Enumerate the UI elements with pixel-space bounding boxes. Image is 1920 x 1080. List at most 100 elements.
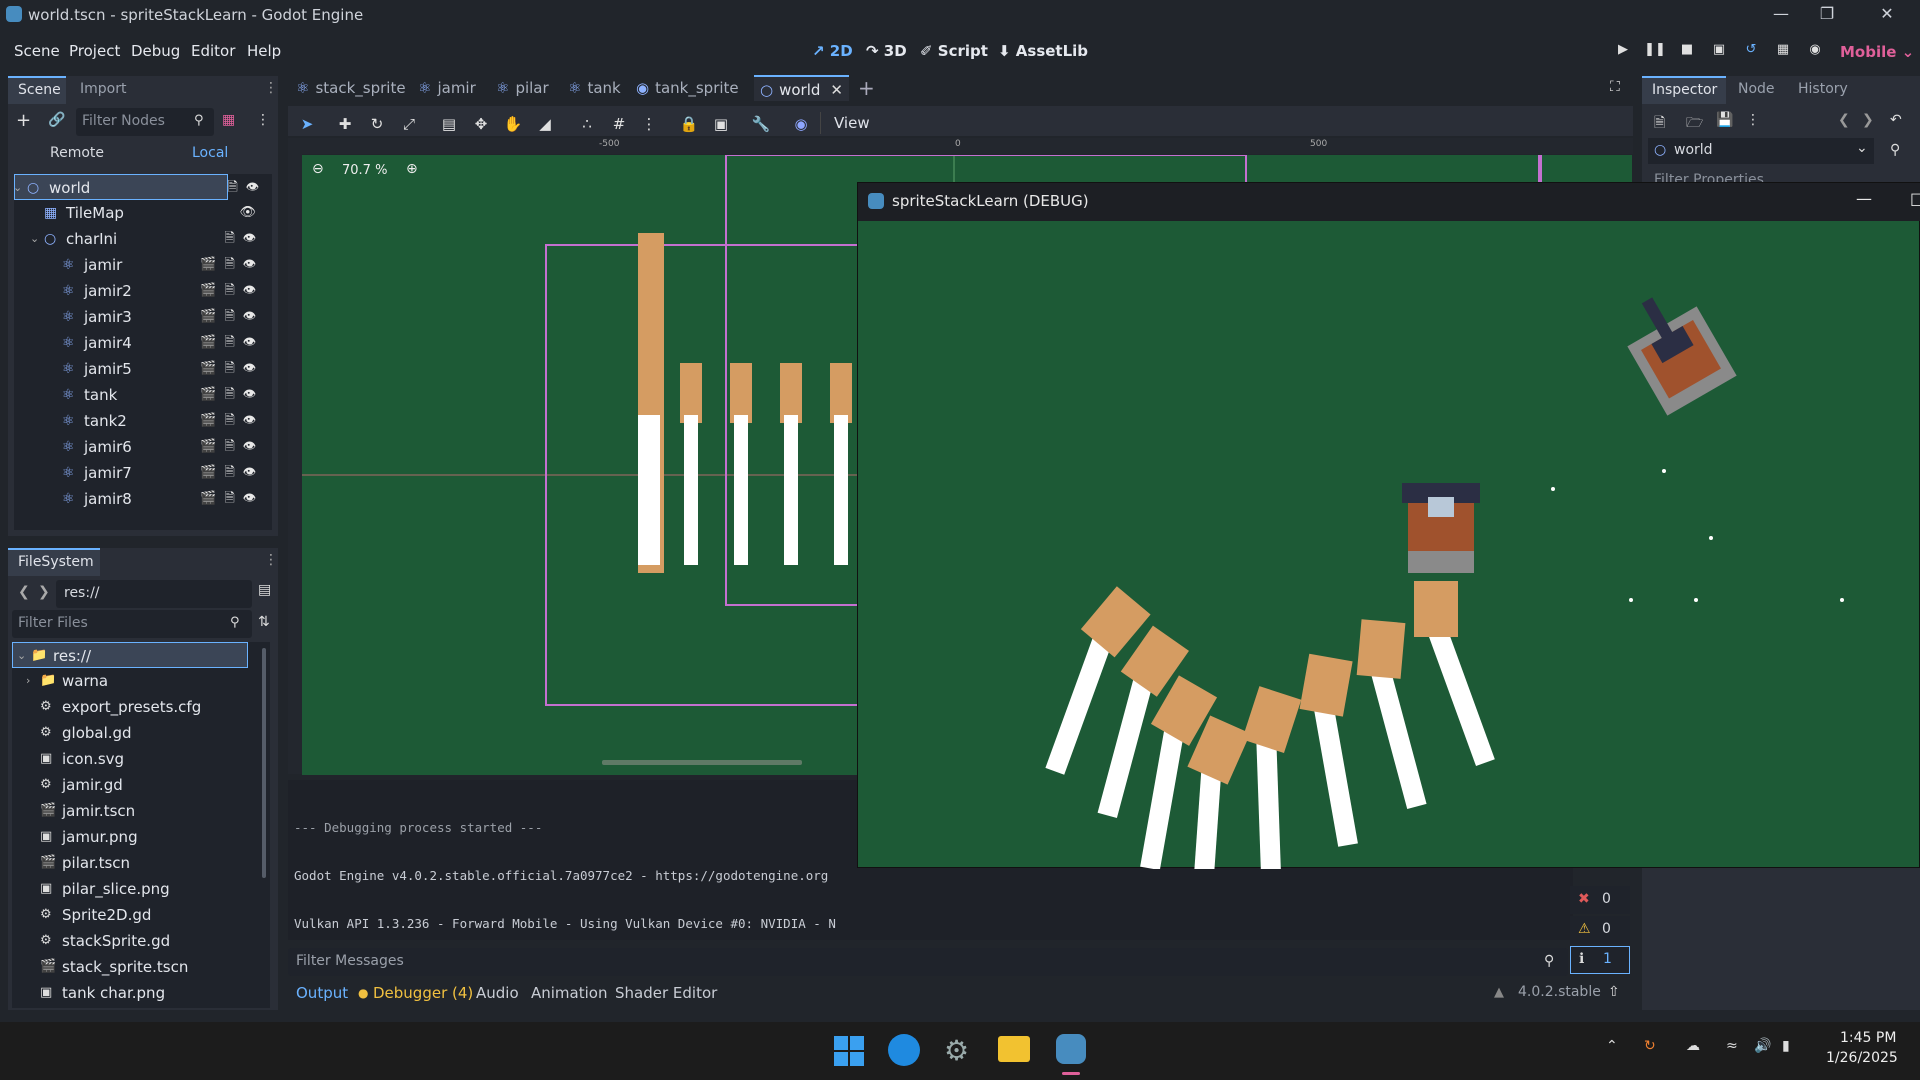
file-item[interactable]: ⚙ global.gd <box>12 720 258 746</box>
tab-import[interactable]: Import <box>80 81 126 97</box>
file-item[interactable]: ▣ tank char.png <box>12 980 258 1006</box>
file-item[interactable]: ⚙ jamir.gd <box>12 772 258 798</box>
godot-taskbar-icon[interactable] <box>1056 1034 1086 1064</box>
stop-icon[interactable]: ■ <box>1674 42 1700 64</box>
movie-icon[interactable]: ▦ <box>1770 42 1796 64</box>
maximize-button[interactable]: □ <box>1910 189 1920 208</box>
tab-audio[interactable]: Audio <box>476 984 519 1002</box>
select-tool-icon[interactable]: ➤ <box>294 112 320 136</box>
remote-toggle[interactable]: Remote <box>50 145 104 161</box>
object-selector[interactable]: ○ world ⌄ <box>1648 138 1874 164</box>
grid-snap-icon[interactable]: # <box>606 112 632 136</box>
scene-node-jamir5[interactable]: ⚛ jamir5 🎬🗎👁 <box>14 356 272 382</box>
reload-icon[interactable]: ↺ <box>1738 42 1764 64</box>
scene-node-world[interactable]: ⌄ ○ world 🗎👁 <box>13 174 259 201</box>
tab-filesystem[interactable]: FileSystem <box>8 548 100 576</box>
node-visibility-icons[interactable]: 🎬🗎👁 <box>200 486 264 512</box>
restore-button[interactable]: ❐ <box>1804 0 1850 30</box>
warnings-filter-button[interactable]: ⚠ 0 <box>1570 916 1630 944</box>
skeleton-icon[interactable]: 🔧 <box>748 112 774 136</box>
editor-tab-world[interactable]: ○ world ✕ <box>754 75 849 101</box>
zoom-out-icon[interactable]: ⊖ <box>312 161 324 177</box>
ruler-tool-icon[interactable]: ◢ <box>532 112 558 136</box>
editor-tab-tank[interactable]: ⚛ tank <box>568 75 621 101</box>
group-icon[interactable]: ▣ <box>708 112 734 136</box>
volume-icon[interactable]: 🔊 <box>1754 1038 1771 1054</box>
scene-node-jamir4[interactable]: ⚛ jamir4 🎬🗎👁 <box>14 330 272 356</box>
remote-debug-icon[interactable]: ▣ <box>1706 42 1732 64</box>
node-visibility-icons[interactable]: 🎬🗎👁 <box>200 382 264 408</box>
tab-animation[interactable]: Animation <box>531 984 607 1002</box>
distraction-free-icon[interactable]: ⛶ <box>1610 79 1620 95</box>
tab-node[interactable]: Node <box>1738 81 1775 97</box>
file-item[interactable]: 🎬 stack_sprite.tscn <box>12 954 258 980</box>
menu-debug[interactable]: Debug <box>131 42 180 60</box>
zoom-level[interactable]: 70.7 % <box>342 163 387 178</box>
rotate-tool-icon[interactable]: ↻ <box>364 112 390 136</box>
expand-arrow-icon[interactable]: ⌄ <box>30 226 39 252</box>
scene-node-jamir8[interactable]: ⚛ jamir8 🎬🗎👁 <box>14 486 272 512</box>
scale-tool-icon[interactable]: ⤢ <box>396 112 422 136</box>
file-item[interactable]: ⌄ 📁 res:// <box>12 642 248 668</box>
scene-node-charini[interactable]: ⌄ ○ charIni 🗎👁 <box>14 226 272 252</box>
node-visibility-icons[interactable]: 🎬🗎👁 <box>200 356 264 382</box>
back-icon[interactable]: ❮ <box>18 584 30 600</box>
pause-icon[interactable]: ❚❚ <box>1642 42 1668 64</box>
path-field[interactable]: res:// <box>56 580 252 608</box>
tab-output[interactable]: Output <box>296 984 348 1002</box>
file-item[interactable]: ⚙ Sprite2D.gd <box>12 902 258 928</box>
file-explorer-icon[interactable] <box>998 1036 1030 1062</box>
file-item[interactable]: 🎬 jamir.tscn <box>12 798 258 824</box>
scene-node-tilemap[interactable]: ▦ TileMap 👁 <box>14 200 272 226</box>
camera-override-icon[interactable]: ◉ <box>788 112 814 136</box>
menu-scene[interactable]: Scene <box>14 42 60 60</box>
save-icon[interactable]: 💾 <box>1716 112 1733 128</box>
history-icon[interactable]: ↶ <box>1890 112 1902 128</box>
wifi-icon[interactable]: ≈ <box>1726 1038 1738 1054</box>
link-icon[interactable]: 🔗 <box>48 112 65 128</box>
pivot-icon[interactable]: ✥ <box>468 112 494 136</box>
add-tab-icon[interactable]: + <box>858 76 875 100</box>
editor-tab-jamir[interactable]: ⚛ jamir <box>418 75 476 101</box>
object-help-icon[interactable]: ⚲ <box>1890 142 1900 158</box>
run-scene-icon[interactable]: ◉ <box>1802 42 1828 64</box>
expand-arrow-icon[interactable]: ⌄ <box>17 643 26 669</box>
editor-tab-stack-sprite[interactable]: ⚛ stack_sprite <box>296 75 406 101</box>
close-tab-icon[interactable]: ✕ <box>830 81 843 99</box>
add-node-icon[interactable]: + <box>16 110 31 131</box>
workspace-3d[interactable]: ↷ 3D <box>866 42 907 60</box>
node-visibility-icons[interactable]: 👁 <box>239 200 264 226</box>
scene-node-jamir6[interactable]: ⚛ jamir6 🎬🗎👁 <box>14 434 272 460</box>
file-item[interactable]: ▣ icon.svg <box>12 746 258 772</box>
zoom-in-icon[interactable]: ⊕ <box>406 161 418 177</box>
scene-node-jamir7[interactable]: ⚛ jamir7 🎬🗎👁 <box>14 460 272 486</box>
snap-options-icon[interactable]: ⋮ <box>636 112 662 136</box>
settings-icon[interactable]: ⚙ <box>944 1034 969 1067</box>
file-item[interactable]: ⚙ export_presets.cfg <box>12 694 258 720</box>
more-icon[interactable]: ⋮ <box>1746 112 1760 128</box>
forward-icon[interactable]: ❯ <box>1862 112 1874 128</box>
scene-node-jamir[interactable]: ⚛ jamir 🎬🗎👁 <box>14 252 272 278</box>
menu-help[interactable]: Help <box>247 42 281 60</box>
renderer-select[interactable]: Mobile ⌄ <box>1840 43 1914 61</box>
back-icon[interactable]: ❮ <box>1838 112 1850 128</box>
expand-arrow-icon[interactable]: ⌄ <box>13 175 22 201</box>
start-menu-icon[interactable] <box>834 1036 864 1066</box>
node-visibility-icons[interactable]: 🎬🗎👁 <box>200 408 264 434</box>
view-menu[interactable]: View <box>834 114 870 132</box>
workspace-script[interactable]: ✐ Script <box>920 42 988 60</box>
scene-node-jamir2[interactable]: ⚛ jamir2 🎬🗎👁 <box>14 278 272 304</box>
node-visibility-icons[interactable]: 🎬🗎👁 <box>200 434 264 460</box>
filter-messages-input[interactable]: Filter Messages ⚲ <box>288 948 1568 976</box>
dock-menu-icon[interactable]: ⋮ <box>264 80 278 96</box>
minimize-button[interactable]: — <box>1758 0 1804 30</box>
lock-icon[interactable]: 🔒 <box>676 112 702 136</box>
script-attach-icon[interactable]: ▦ <box>222 112 235 128</box>
new-resource-icon[interactable]: 🗎 <box>1654 112 1665 136</box>
node-visibility-icons[interactable]: 🗎👁 <box>227 175 267 201</box>
battery-icon[interactable]: ▮ <box>1782 1038 1790 1054</box>
forward-icon[interactable]: ❯ <box>38 584 50 600</box>
cloud-icon[interactable]: ☁ <box>1686 1038 1700 1054</box>
scene-node-tank2[interactable]: ⚛ tank2 🎬🗎👁 <box>14 408 272 434</box>
clock-time[interactable]: 1:45 PM <box>1840 1030 1896 1046</box>
